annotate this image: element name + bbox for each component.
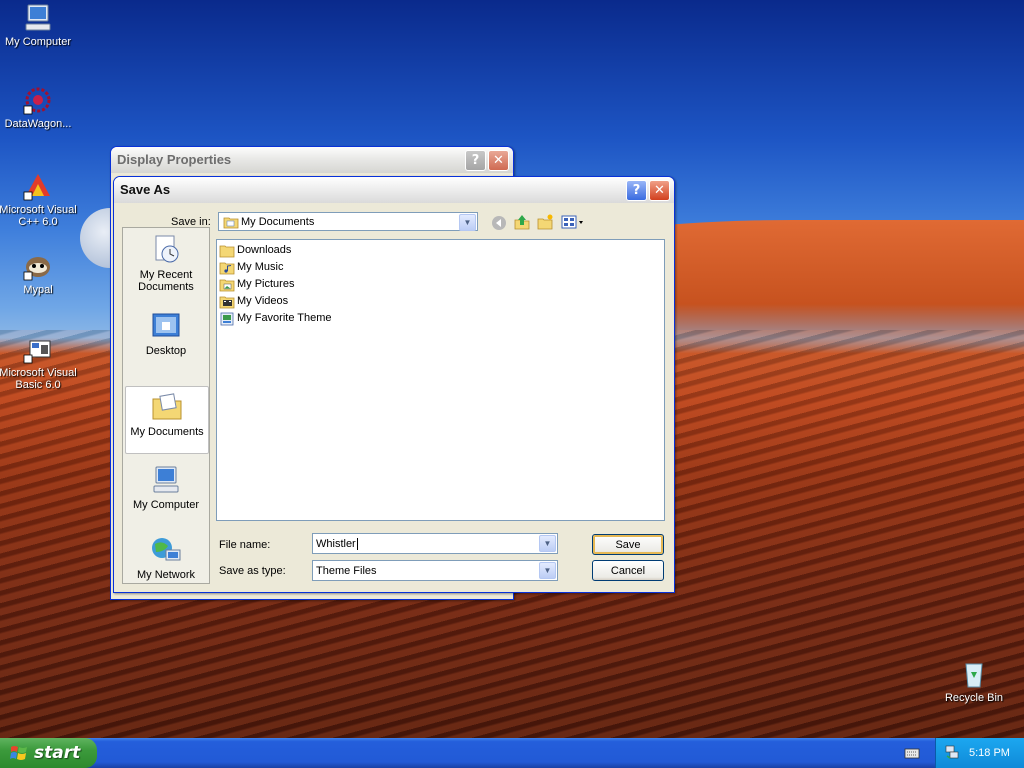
chevron-down-icon[interactable]: ▼	[539, 562, 556, 579]
network-icon	[152, 538, 181, 561]
pictures-folder-icon	[219, 279, 235, 291]
back-icon[interactable]	[491, 215, 507, 231]
display-properties-titlebar[interactable]: Display Properties ? ✕	[111, 147, 513, 173]
visual-basic-icon	[23, 340, 51, 364]
my-documents-icon	[152, 393, 182, 420]
save-as-title: Save As	[120, 182, 171, 197]
file-name: Downloads	[237, 244, 292, 256]
file-name: My Pictures	[237, 278, 295, 290]
places-bar: My Recent Documents Desktop My Documents	[122, 227, 210, 584]
save-as-type-label: Save as type:	[219, 565, 286, 577]
my-documents-icon	[223, 217, 239, 229]
keyboard-icon[interactable]	[904, 746, 920, 760]
desktop-icon-mypal[interactable]: Mypal	[0, 250, 78, 296]
visual-cpp-icon	[23, 174, 50, 201]
place-label: My Network	[136, 569, 196, 581]
desktop-icon	[152, 313, 180, 337]
file-name-combo[interactable]: Whistler ▼	[312, 533, 558, 554]
list-item[interactable]: My Videos	[217, 293, 664, 310]
place-desktop[interactable]: Desktop	[125, 310, 207, 357]
place-label: My Documents	[130, 426, 204, 438]
file-name: My Favorite Theme	[237, 312, 332, 324]
file-name-label: File name:	[219, 539, 271, 551]
desktop-icon-label: Recycle Bin	[944, 692, 1004, 704]
desktop-icon-visual-cpp[interactable]: Microsoft Visual C++ 6.0	[0, 170, 78, 228]
help-button[interactable]: ?	[465, 150, 486, 171]
help-icon: ?	[632, 183, 641, 198]
close-icon: ✕	[654, 183, 665, 198]
list-item[interactable]: My Pictures	[217, 276, 664, 293]
clock[interactable]: 5:18 PM	[969, 738, 1010, 768]
desktop-icon-label: Microsoft Visual C++ 6.0	[0, 204, 77, 228]
folder-icon	[219, 245, 235, 257]
start-label: start	[34, 743, 81, 763]
recycle-bin-icon	[965, 663, 983, 688]
file-list[interactable]: Downloads My Music My Pictures My Videos…	[216, 239, 665, 521]
list-item[interactable]: Downloads	[217, 242, 664, 259]
cancel-button[interactable]: Cancel	[592, 560, 664, 581]
place-my-computer[interactable]: My Computer	[125, 464, 207, 511]
help-icon: ?	[471, 153, 480, 168]
place-label: My Computer	[132, 499, 200, 511]
start-button[interactable]: start	[0, 738, 97, 768]
theme-file-icon	[220, 312, 234, 325]
music-folder-icon	[219, 262, 235, 274]
save-in-combo[interactable]: My Documents ▼	[218, 212, 478, 231]
desktop-icon-my-computer[interactable]: My Computer	[0, 2, 78, 48]
display-properties-title: Display Properties	[117, 152, 232, 167]
help-button[interactable]: ?	[626, 180, 647, 201]
file-name: My Music	[237, 261, 284, 273]
desktop-icon-recycle-bin[interactable]: Recycle Bin	[934, 658, 1014, 704]
chevron-down-icon[interactable]: ▼	[539, 535, 556, 552]
close-button[interactable]: ✕	[649, 180, 670, 201]
taskbar: start 5:18 PM	[0, 738, 1024, 768]
save-as-type-value: Theme Files	[316, 565, 377, 577]
desktop-icon-label: Microsoft Visual Basic 6.0	[0, 367, 77, 391]
new-folder-icon[interactable]	[537, 214, 553, 230]
desktop-icon-label: My Computer	[4, 36, 72, 48]
computer-icon	[25, 4, 51, 31]
recent-documents-icon	[155, 235, 179, 263]
mypal-icon	[23, 257, 50, 281]
file-name: My Videos	[237, 295, 289, 307]
place-my-recent-documents[interactable]: My Recent Documents	[125, 234, 207, 293]
datawagon-icon	[23, 87, 51, 115]
place-my-documents[interactable]: My Documents	[125, 386, 209, 454]
save-as-titlebar[interactable]: Save As ? ✕	[114, 177, 674, 203]
windows-logo-icon	[10, 746, 27, 760]
close-button[interactable]: ✕	[488, 150, 509, 171]
desktop-icon-label: Mypal	[23, 284, 53, 296]
save-button-label: Save	[615, 539, 641, 551]
list-item[interactable]: My Music	[217, 259, 664, 276]
system-tray: 5:18 PM	[935, 738, 1024, 768]
cancel-button-label: Cancel	[610, 565, 646, 577]
chevron-down-icon[interactable]: ▼	[459, 214, 476, 231]
network-tray-icon[interactable]	[944, 744, 960, 760]
computer-icon	[153, 466, 179, 493]
up-folder-icon[interactable]	[514, 214, 530, 230]
close-icon: ✕	[493, 153, 504, 168]
place-label: My Recent Documents	[138, 269, 194, 293]
desktop-icon-label: DataWagon...	[4, 118, 72, 130]
videos-folder-icon	[219, 296, 235, 308]
file-name-input[interactable]: Whistler	[316, 538, 356, 550]
view-menu-icon[interactable]	[561, 215, 585, 229]
place-label: Desktop	[145, 345, 187, 357]
save-button[interactable]: Save	[592, 534, 664, 555]
save-in-value: My Documents	[241, 216, 315, 228]
save-as-type-combo[interactable]: Theme Files ▼	[312, 560, 558, 581]
desktop-icon-datawagon[interactable]: DataWagon...	[0, 84, 78, 130]
desktop-icon-visual-basic[interactable]: Microsoft Visual Basic 6.0	[0, 333, 78, 391]
place-my-network[interactable]: My Network	[125, 534, 207, 581]
save-as-dialog[interactable]: Save As ? ✕ Save in: My Documents ▼ My R…	[113, 176, 675, 593]
text-cursor	[356, 538, 358, 550]
list-item[interactable]: My Favorite Theme	[217, 310, 664, 327]
